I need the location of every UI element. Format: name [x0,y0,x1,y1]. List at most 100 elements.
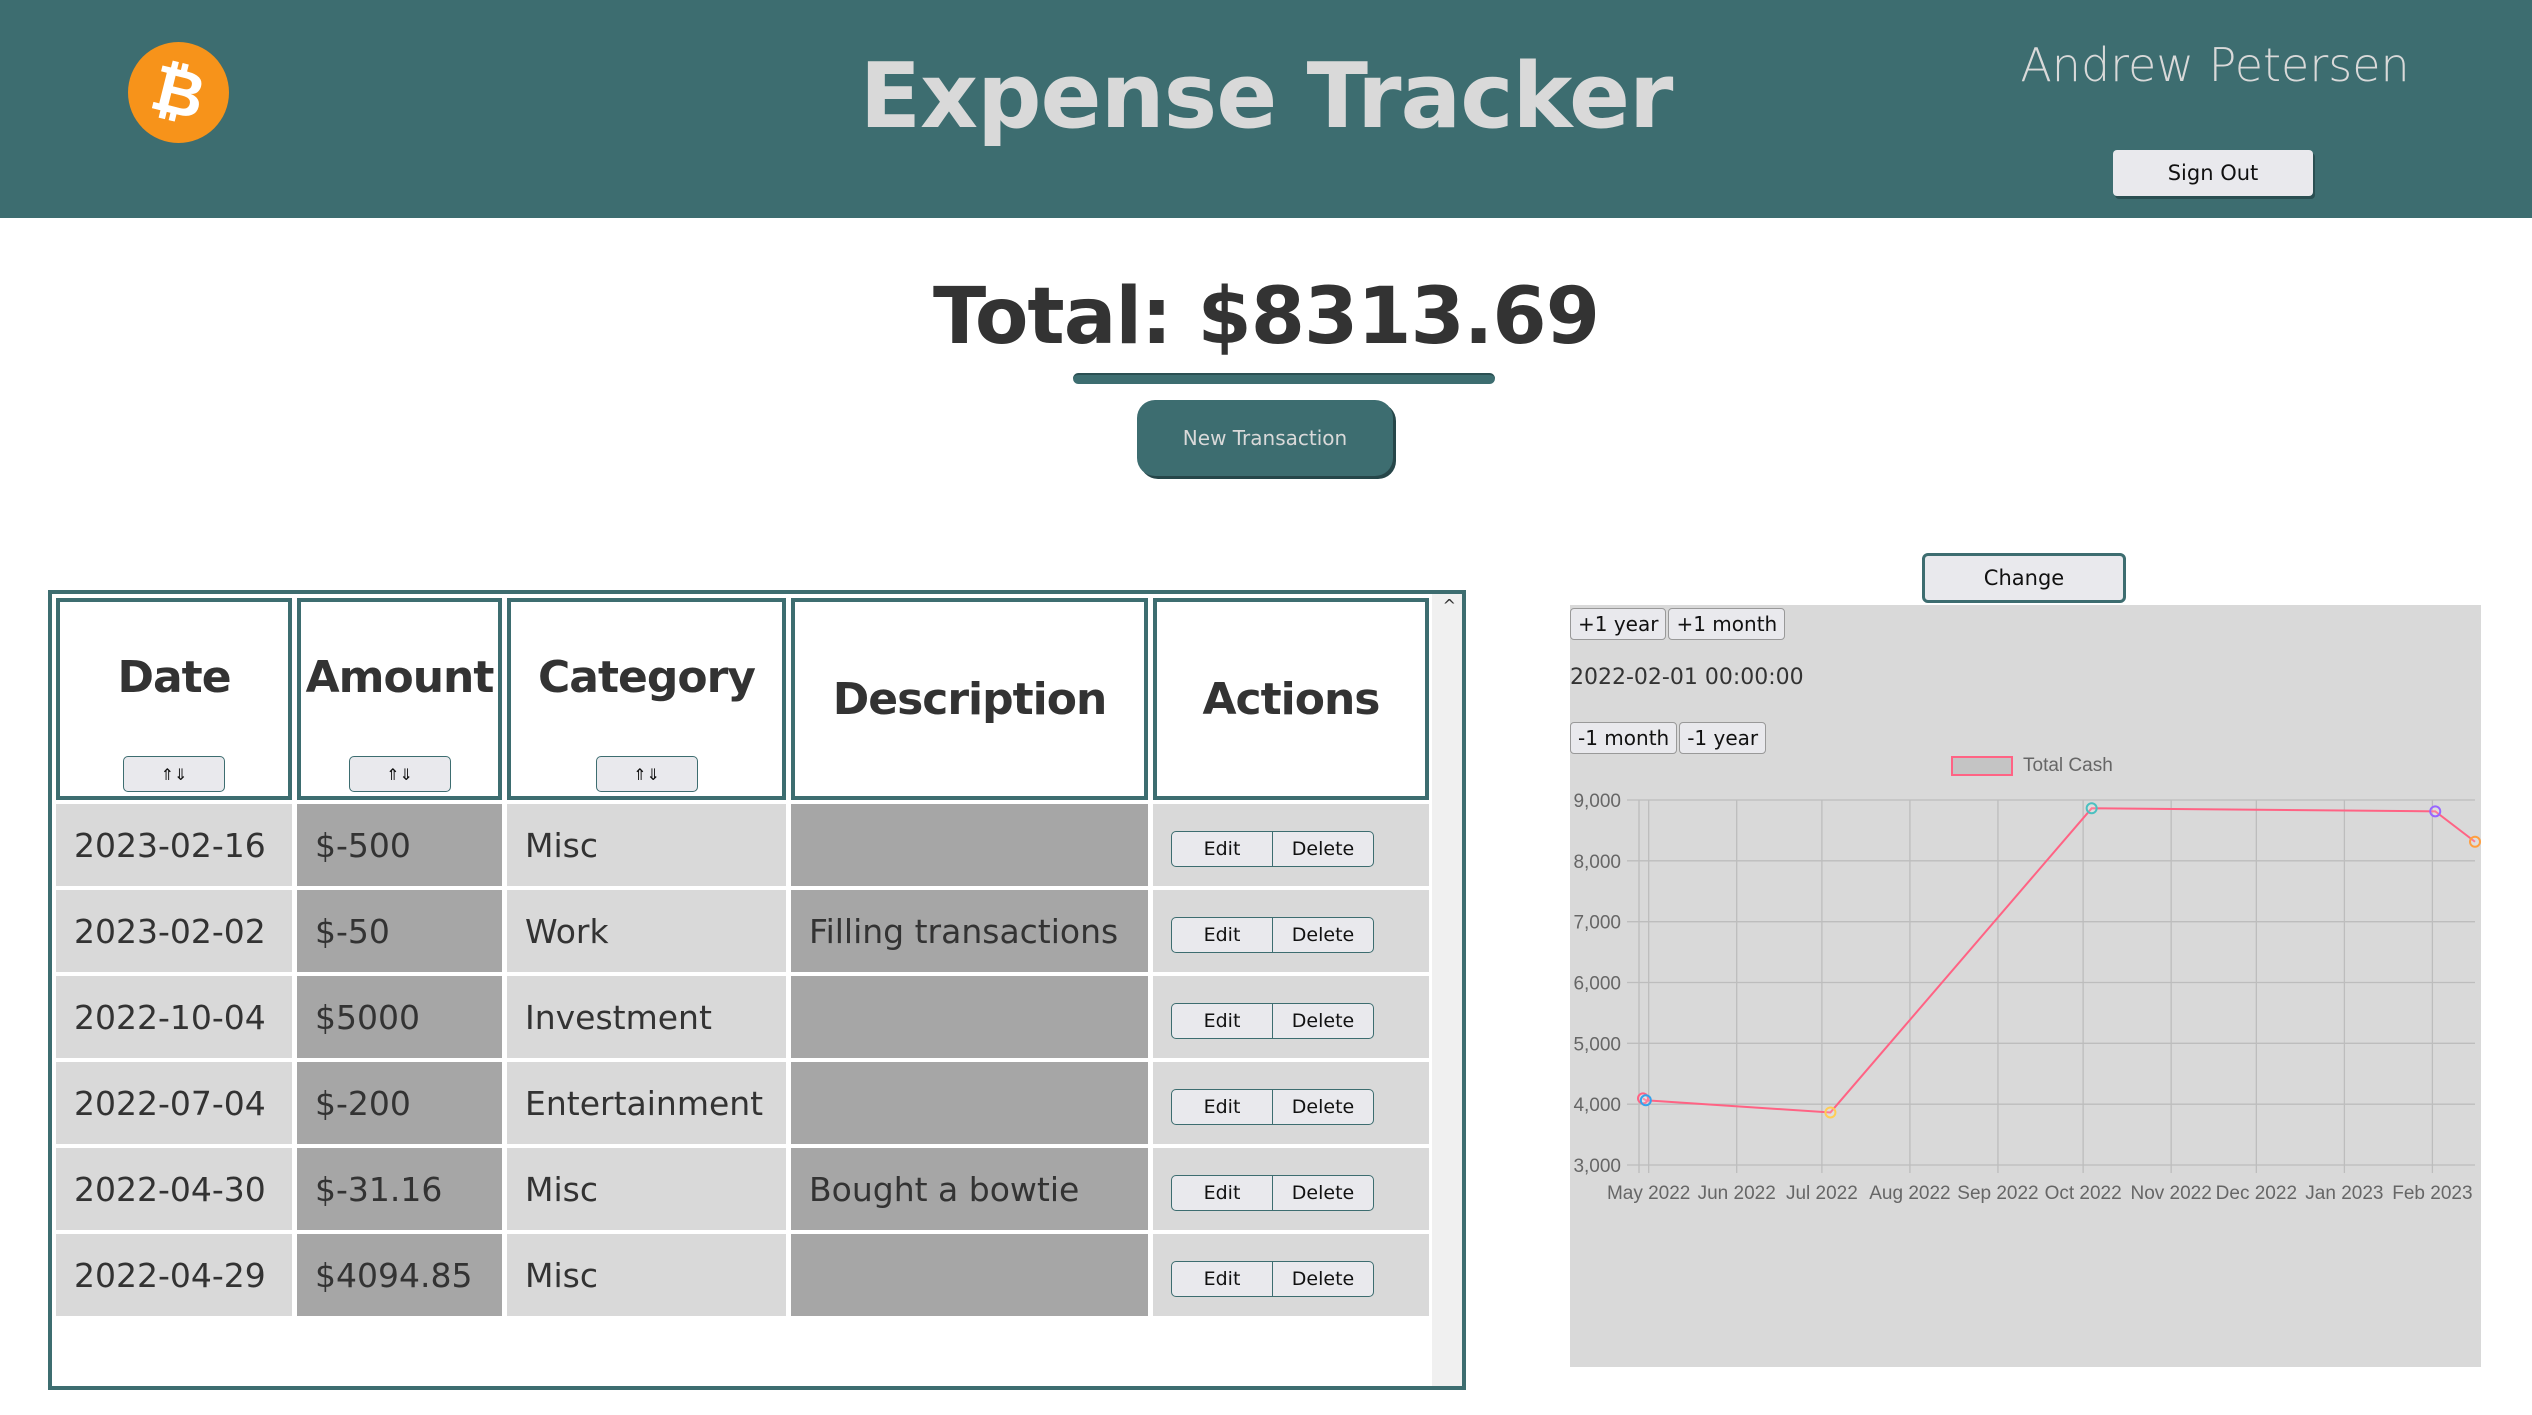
cell-amount: $4094.85 [297,1234,502,1316]
scroll-up-icon[interactable]: ^ [1443,596,1456,615]
table-row: 2022-10-04 $5000 Investment Edit Delete [56,976,1429,1058]
cell-description [791,976,1148,1058]
sort-amount-button[interactable]: ⇑⇓ [348,756,451,792]
edit-button[interactable]: Edit [1171,1260,1273,1297]
cell-date: 2022-04-29 [56,1234,292,1316]
sign-out-button[interactable]: Sign Out [2113,150,2313,196]
forward-nav: +1 year +1 month [1570,608,1787,640]
total-underline [1073,373,1495,384]
delete-button[interactable]: Delete [1272,830,1374,867]
cell-date: 2022-04-30 [56,1148,292,1230]
data-point [2469,835,2481,848]
column-header-date: Date ⇑⇓ [56,598,292,800]
column-label: Amount [305,652,495,703]
cell-category: Misc [507,804,786,886]
plus-one-year-button[interactable]: +1 year [1570,608,1667,640]
legend-swatch [1951,756,2013,776]
cell-actions: Edit Delete [1153,804,1429,886]
y-tick-label: 3,000 [1573,1156,1621,1177]
cell-date: 2023-02-02 [56,890,292,972]
delete-button[interactable]: Delete [1272,1088,1374,1125]
column-label: Description [832,673,1108,725]
x-tick-label: Sep 2022 [1957,1183,2038,1204]
edit-button[interactable]: Edit [1171,1002,1273,1039]
cell-amount: $5000 [297,976,502,1058]
data-point [2085,802,2098,815]
cell-description: Bought a bowtie [791,1148,1148,1230]
current-date-label: 2022-02-01 00:00:00 [1570,665,1804,690]
cell-actions: Edit Delete [1153,890,1429,972]
y-tick-label: 9,000 [1573,791,1621,812]
delete-button[interactable]: Delete [1272,1260,1374,1297]
x-tick-label: Nov 2022 [2130,1183,2211,1204]
cell-description [791,1234,1148,1316]
sort-date-button[interactable]: ⇑⇓ [123,756,225,792]
total-cash-line [1642,807,2476,1114]
table-row: 2022-04-29 $4094.85 Misc Edit Delete [56,1234,1429,1316]
table-scrollbar[interactable]: ^ [1432,594,1462,1386]
minus-one-year-button[interactable]: -1 year [1679,722,1767,754]
cell-description [791,804,1148,886]
x-tick-label: May 2022 [1607,1183,1690,1204]
y-tick-label: 8,000 [1573,852,1621,873]
data-point [2429,805,2442,818]
edit-button[interactable]: Edit [1171,1174,1273,1211]
y-tick-label: 6,000 [1573,974,1621,995]
x-tick-label: Dec 2022 [2216,1183,2297,1204]
column-header-category: Category ⇑⇓ [507,598,786,800]
y-tick-label: 5,000 [1573,1034,1621,1055]
data-point [1824,1106,1837,1119]
delete-button[interactable]: Delete [1272,1002,1374,1039]
data-point [1639,1094,1652,1107]
transactions-table-container: Date ⇑⇓ Amount ⇑⇓ Category ⇑⇓ Descriptio… [48,590,1466,1390]
total-balance: Total: $8313.69 [933,272,1600,362]
column-header-amount: Amount ⇑⇓ [297,598,502,800]
edit-button[interactable]: Edit [1171,916,1273,953]
user-name: Andrew Petersen [2020,38,2410,92]
table-row: 2023-02-02 $-50 Work Filling transactions Ed… [56,890,1429,972]
delete-button[interactable]: Delete [1272,916,1374,953]
column-label: Date [117,652,231,703]
cell-date: 2022-07-04 [56,1062,292,1144]
column-header-actions: Actions [1153,598,1429,800]
cell-category: Misc [507,1234,786,1316]
backward-nav: -1 month -1 year [1570,722,1768,754]
app-header: ₿ Expense Tracker Andrew Petersen Sign O… [0,0,2532,218]
x-tick-label: Jul 2022 [1786,1183,1858,1204]
table-row: 2022-07-04 $-200 Entertainment Edit Delete [56,1062,1429,1144]
cell-category: Entertainment [507,1062,786,1144]
column-label: Actions [1202,673,1381,725]
edit-button[interactable]: Edit [1171,1088,1273,1125]
plus-one-month-button[interactable]: +1 month [1668,608,1786,640]
x-tick-label: Aug 2022 [1869,1183,1950,1204]
cell-description [791,1062,1148,1144]
change-chart-button[interactable]: Change [1922,553,2126,603]
new-transaction-button[interactable]: New Transaction [1137,400,1393,476]
total-cash-line-chart: Total Cash 3,000 4,000 5,000 6,000 7,000 8,000… [1573,755,2481,1204]
cell-date: 2022-10-04 [56,976,292,1058]
x-tick-label: Jan 2023 [2305,1183,2383,1204]
sort-category-button[interactable]: ⇑⇓ [595,756,698,792]
cell-description: Filling transactions [791,890,1148,972]
column-header-description: Description [791,598,1148,800]
table-header-row: Date ⇑⇓ Amount ⇑⇓ Category ⇑⇓ Descriptio… [56,598,1429,800]
cell-actions: Edit Delete [1153,1148,1429,1230]
cell-amount: $-31.16 [297,1148,502,1230]
table-row: 2023-02-16 $-500 Misc Edit Delete [56,804,1429,886]
chart-panel: +1 year +1 month 2022-02-01 00:00:00 -1 … [1570,605,2481,1367]
cell-actions: Edit Delete [1153,1062,1429,1144]
cell-amount: $-500 [297,804,502,886]
delete-button[interactable]: Delete [1272,1174,1374,1211]
y-tick-label: 7,000 [1573,913,1621,934]
cell-amount: $-50 [297,890,502,972]
cell-actions: Edit Delete [1153,1234,1429,1316]
cell-date: 2023-02-16 [56,804,292,886]
column-label: Category [538,652,756,703]
y-tick-label: 4,000 [1573,1095,1621,1116]
table-row: 2022-04-30 $-31.16 Misc Bought a bowtie Edit… [56,1148,1429,1230]
cell-category: Investment [507,976,786,1058]
cell-amount: $-200 [297,1062,502,1144]
edit-button[interactable]: Edit [1171,830,1273,867]
minus-one-month-button[interactable]: -1 month [1570,722,1678,754]
x-tick-label: Jun 2022 [1698,1183,1776,1204]
